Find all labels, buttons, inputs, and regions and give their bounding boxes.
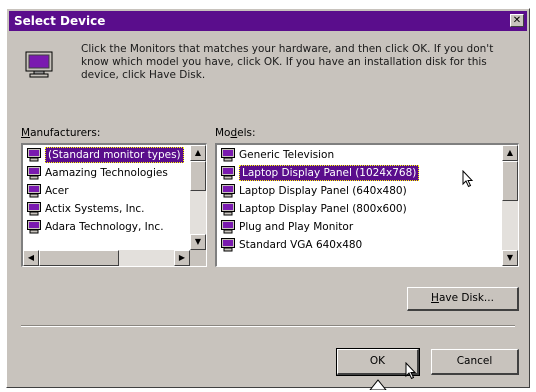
scroll-up-button[interactable]: ▲ xyxy=(190,145,206,161)
list-item[interactable]: Plug and Play Monitor xyxy=(219,218,500,236)
list-item[interactable]: Laptop Display Panel (640x480) xyxy=(219,182,500,200)
close-button[interactable]: ✕ xyxy=(510,14,524,27)
list-item-label: Laptop Display Panel (800x600) xyxy=(239,203,407,215)
list-item-label: Standard VGA 640x480 xyxy=(239,239,363,251)
scroll-thumb[interactable] xyxy=(190,161,206,191)
divider-line xyxy=(21,325,515,327)
monitor-icon xyxy=(221,184,235,198)
list-item[interactable]: Laptop Display Panel (1024x768) xyxy=(219,164,500,182)
cancel-button[interactable]: Cancel xyxy=(431,349,519,375)
monitor-icon xyxy=(25,51,53,78)
scroll-down-button[interactable]: ▼ xyxy=(190,234,206,250)
scroll-up-button[interactable]: ▲ xyxy=(502,145,518,161)
list-item-label: Laptop Display Panel (640x480) xyxy=(239,185,407,197)
monitor-icon xyxy=(27,166,41,180)
manufacturers-list: (Standard monitor types) Aamazing Technol… xyxy=(25,146,188,236)
monitor-icon xyxy=(27,148,41,162)
select-device-dialog: Select Device ✕ Click the Monitors that … xyxy=(6,8,530,388)
list-item-label: Generic Television xyxy=(239,149,335,161)
callout-pointer xyxy=(369,379,387,390)
list-item[interactable]: Generic Television xyxy=(219,146,500,164)
up-arrow-icon: ▲ xyxy=(506,148,514,157)
manufacturers-label: Manufacturers: xyxy=(21,127,101,139)
monitor-icon xyxy=(221,202,235,216)
models-vscrollbar[interactable]: ▲ ▼ xyxy=(502,145,518,266)
monitor-icon xyxy=(221,238,235,252)
up-arrow-icon: ▲ xyxy=(194,148,202,157)
manufacturers-listbox[interactable]: (Standard monitor types) Aamazing Technol… xyxy=(21,143,207,267)
close-icon: ✕ xyxy=(512,15,522,26)
right-arrow-icon: ▶ xyxy=(178,253,186,262)
monitor-icon xyxy=(221,148,235,162)
mouse-pointer-icon xyxy=(405,362,417,380)
instructions-text: Click the Monitors that matches your har… xyxy=(81,43,494,81)
list-item-label: Aamazing Technologies xyxy=(45,167,168,179)
list-item-label: Actix Systems, Inc. xyxy=(45,203,145,215)
scroll-corner xyxy=(190,250,206,266)
list-item[interactable]: (Standard monitor types) xyxy=(25,146,188,164)
list-item[interactable]: Actix Systems, Inc. xyxy=(25,200,188,218)
list-item-label: Adara Technology, Inc. xyxy=(45,221,164,233)
list-item-label: Plug and Play Monitor xyxy=(239,221,354,233)
list-item[interactable]: Laptop Display Panel (800x600) xyxy=(219,200,500,218)
list-item[interactable]: Adara Technology, Inc. xyxy=(25,218,188,236)
models-listbox[interactable]: Generic Television Laptop Display Panel (… xyxy=(215,143,519,267)
list-item-label: (Standard monitor types) xyxy=(45,147,184,163)
scroll-thumb[interactable] xyxy=(502,161,518,201)
have-disk-button[interactable]: Have Disk... xyxy=(407,287,519,311)
list-item-label: Laptop Display Panel (1024x768) xyxy=(239,165,420,181)
monitor-icon xyxy=(27,202,41,216)
monitor-icon xyxy=(27,220,41,234)
scroll-hthumb[interactable] xyxy=(39,250,119,266)
list-item[interactable]: Acer xyxy=(25,182,188,200)
manufacturers-vscrollbar[interactable]: ▲ ▼ xyxy=(190,145,206,250)
monitor-icon xyxy=(221,220,235,234)
scroll-right-button[interactable]: ▶ xyxy=(174,250,190,266)
down-arrow-icon: ▼ xyxy=(194,237,202,246)
list-item-label: Acer xyxy=(45,185,69,197)
window-title: Select Device xyxy=(14,14,106,28)
mouse-pointer-icon xyxy=(462,170,474,188)
list-item[interactable]: Standard VGA 640x480 xyxy=(219,236,500,254)
down-arrow-icon: ▼ xyxy=(506,253,514,262)
monitor-icon xyxy=(27,184,41,198)
models-label: Models: xyxy=(215,127,256,139)
manufacturers-hscrollbar[interactable]: ◀ ▶ xyxy=(23,250,206,266)
models-list: Generic Television Laptop Display Panel (… xyxy=(219,146,500,254)
monitor-icon xyxy=(221,166,235,180)
scroll-left-button[interactable]: ◀ xyxy=(23,250,39,266)
scroll-down-button[interactable]: ▼ xyxy=(502,250,518,266)
left-arrow-icon: ◀ xyxy=(27,253,35,262)
list-item[interactable]: Aamazing Technologies xyxy=(25,164,188,182)
title-bar[interactable]: Select Device ✕ xyxy=(9,11,527,31)
